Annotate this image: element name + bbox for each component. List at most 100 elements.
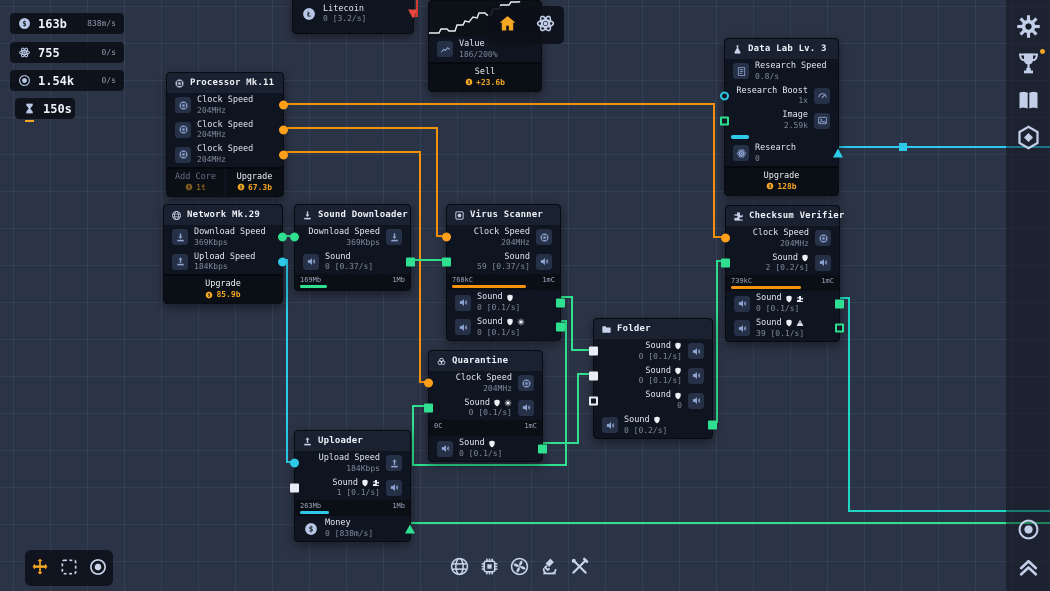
box-select-tool-button[interactable]: [59, 557, 79, 580]
achievements-button[interactable]: [1015, 49, 1045, 77]
output-port[interactable]: [279, 100, 288, 110]
antivirus-shop-tab[interactable]: [509, 556, 530, 580]
node-footer: Add Core $1t Upgrade $67.3b: [167, 166, 283, 196]
node-title: Virus Scanner: [470, 210, 544, 220]
gauge-capacity: 1mC: [821, 277, 834, 286]
shield-icon: [506, 294, 514, 302]
hardware-shop-tab[interactable]: [479, 556, 500, 580]
data-lab-node[interactable]: Data Lab Lv. 3 Research Speed 0.8/s Researc…: [720, 38, 843, 196]
upgrade-button[interactable]: Upgrade $85.9b: [164, 276, 282, 304]
journal-button[interactable]: [1015, 87, 1042, 114]
badges-button[interactable]: [1015, 124, 1042, 151]
output-port[interactable]: [278, 232, 287, 242]
add-core-button[interactable]: Add Core $1t: [167, 168, 224, 196]
tools-shop-tab[interactable]: [569, 556, 590, 580]
home-button[interactable]: [497, 13, 518, 37]
input-port[interactable]: [589, 396, 598, 406]
bottom-toolbar: [449, 556, 590, 580]
input-port[interactable]: [290, 232, 299, 242]
input-port[interactable]: [589, 371, 598, 381]
row-value: 0 [0.1/s]: [756, 303, 800, 313]
node-title: Network Mk.29: [187, 210, 261, 220]
quarantine-node[interactable]: Quarantine Clock Speed 204MHz Sound 0 [0.1/s…: [424, 350, 547, 462]
gauge-capacity: 1Mb: [392, 276, 405, 285]
output-port[interactable]: [405, 524, 415, 534]
virus-icon: [504, 399, 512, 407]
virus-scanner-node[interactable]: Virus Scanner Clock Speed 204MHz Sound 59 [0…: [442, 204, 565, 341]
input-port[interactable]: [424, 403, 433, 413]
input-port[interactable]: [442, 232, 451, 242]
network-node[interactable]: Network Mk.29 Download Speed 369Kbps Upload…: [163, 204, 287, 305]
output-port[interactable]: [833, 148, 843, 158]
node-row: Research 0: [725, 141, 843, 166]
upload-icon: [302, 436, 313, 447]
network-shop-tab[interactable]: [449, 556, 470, 580]
output-port[interactable]: [279, 150, 288, 160]
gauge-current: 169Mb: [300, 276, 322, 285]
processor-header: Processor Mk.11: [167, 73, 283, 93]
buffer-gauge: 739kC 1mC: [726, 275, 839, 292]
center-view-button[interactable]: [1016, 517, 1041, 542]
input-port[interactable]: [721, 233, 730, 243]
node-row: Download Speed 369Kbps: [290, 225, 410, 250]
price: $128b: [766, 182, 797, 191]
sound-icon: [303, 253, 319, 270]
row-value: 0 [0.1/s]: [477, 327, 521, 337]
output-port[interactable]: [406, 257, 415, 267]
input-port[interactable]: [442, 257, 451, 267]
uploader-node[interactable]: Uploader Upload Speed 184Kbps Sound 1 [0.1/s…: [290, 430, 415, 542]
output-port[interactable]: [835, 299, 844, 309]
output-port[interactable]: [708, 420, 717, 430]
sound-icon: [536, 253, 552, 270]
output-port[interactable]: [278, 257, 287, 267]
output-port[interactable]: [538, 444, 547, 454]
node-row: Upload Speed 184Kbps: [290, 451, 410, 476]
folder-node[interactable]: Folder Sound 0 [0.1/s] Sound 0 [0.1/s] Sound 0…: [589, 318, 717, 439]
input-port[interactable]: [290, 458, 299, 468]
processor-node[interactable]: Processor Mk.11 Clock Speed 204MHz Clock Sp…: [166, 72, 288, 197]
input-port[interactable]: [424, 378, 433, 388]
upgrade-button[interactable]: Upgrade $128b: [725, 167, 838, 195]
sound-icon: [688, 392, 704, 409]
row-label: Sound: [772, 252, 798, 263]
upgrade-button[interactable]: Upgrade $67.3b: [226, 168, 283, 196]
node-footer: Upgrade $85.9b: [164, 274, 282, 304]
row-value: 204MHz: [197, 105, 226, 115]
research-button[interactable]: [535, 13, 556, 37]
sell-button[interactable]: Sell $ +23.6b: [429, 63, 541, 91]
output-port[interactable]: [408, 9, 418, 19]
focus-tool-button[interactable]: [88, 557, 108, 580]
sound-icon: [688, 343, 704, 360]
output-port[interactable]: [279, 125, 288, 135]
collapse-button[interactable]: [1016, 554, 1041, 579]
sound-downloader-node[interactable]: Sound Downloader Download Speed 369Kbps Sou…: [290, 204, 415, 292]
node-row: $ Money 0 [838m/s]: [295, 516, 415, 541]
buffer-gauge: 768kC 1mC: [447, 274, 560, 291]
shield-icon: [785, 319, 793, 327]
input-port[interactable]: [721, 258, 730, 268]
input-port[interactable]: [290, 483, 299, 493]
input-port[interactable]: [720, 116, 729, 126]
gauge-icon: [814, 87, 830, 104]
output-port[interactable]: [556, 322, 565, 332]
game-canvas[interactable]: Ł Litecoin 0 [3.2/s] Value 186/200% Sell $ +23.…: [0, 0, 1050, 591]
settings-button[interactable]: [1015, 13, 1042, 40]
checksum-verifier-node[interactable]: Checksum Verifier Clock Speed 204MHz Sound 2…: [721, 205, 844, 342]
input-port[interactable]: [589, 346, 598, 356]
row-value: 369Kbps: [346, 237, 380, 247]
output-port[interactable]: [556, 298, 565, 308]
gauge-bar: [300, 511, 330, 515]
virus-scanner-header: Virus Scanner: [447, 205, 560, 225]
book-icon: [1015, 91, 1042, 117]
input-port[interactable]: [720, 91, 729, 101]
svg-text:$: $: [240, 185, 243, 191]
row-value: 184Kbps: [346, 463, 380, 473]
globe-icon: [449, 556, 470, 580]
row-label: Sound: [325, 251, 351, 262]
pan-tool-button[interactable]: [30, 557, 50, 580]
row-label: Clock Speed: [197, 95, 254, 105]
output-port[interactable]: [835, 323, 844, 333]
research-shop-tab[interactable]: [539, 556, 560, 580]
sound-icon: [455, 294, 471, 311]
litecoin-node[interactable]: Ł Litecoin 0 [3.2/s]: [292, 0, 418, 34]
